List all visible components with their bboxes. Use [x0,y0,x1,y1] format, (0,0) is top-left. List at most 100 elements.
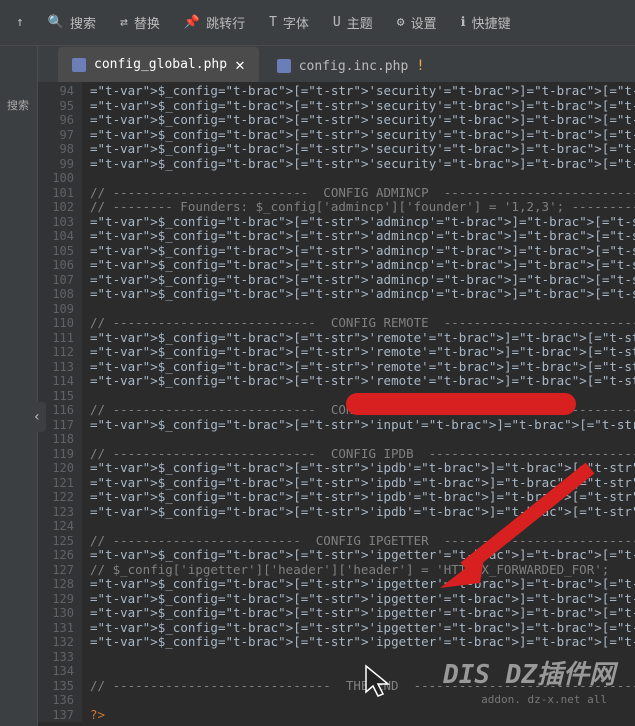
code-line[interactable]: ="t-var">$_config="t-brac">[="t-str">'re… [90,360,635,375]
line-number: 131 [38,621,74,636]
info-icon: ℹ [461,15,466,30]
toolbar-item-settings[interactable]: ⚙ 设置 [385,13,449,32]
code-line[interactable]: // -------------------------- CONFIG ADM… [90,186,635,201]
pin-icon: 📌 [184,15,200,30]
tab-config-inc[interactable]: config.inc.php ! [263,50,439,82]
code-line[interactable]: ="t-var">$_config="t-brac">[="t-str">'re… [90,345,635,360]
gear-icon: ⚙ [397,15,405,30]
code-line[interactable] [90,432,635,447]
code-line[interactable]: ="t-var">$_config="t-brac">[="t-str">'ip… [90,606,635,621]
code-line[interactable]: ="t-var">$_config="t-brac">[="t-str">'se… [90,142,635,157]
line-number: 108 [38,287,74,302]
toolbar-item-font[interactable]: T 字体 [257,13,321,32]
line-number: 126 [38,548,74,563]
replace-icon: ⇄ [120,15,128,30]
line-number: 107 [38,273,74,288]
code-line[interactable]: ?> [90,708,635,723]
code-line[interactable]: ="t-var">$_config="t-brac">[="t-str">'se… [90,99,635,114]
code-line[interactable]: ="t-var">$_config="t-brac">[="t-str">'re… [90,331,635,346]
tab-bar: config_global.php ✕ config.inc.php ! [38,46,635,82]
code-line[interactable]: ="t-var">$_config="t-brac">[="t-str">'se… [90,113,635,128]
code-line[interactable]: ="t-var">$_config="t-brac">[="t-str">'se… [90,84,635,99]
toolbar-label: 替换 [134,13,160,32]
line-number: 97 [38,128,74,143]
warning-icon: ! [416,58,424,74]
code-line[interactable]: ="t-var">$_config="t-brac">[="t-str">'re… [90,374,635,389]
line-number: 110 [38,316,74,331]
line-number: 95 [38,99,74,114]
line-number: 113 [38,360,74,375]
watermark-subtitle: addon. dz-x.net all [481,693,607,706]
code-line[interactable]: ="t-var">$_config="t-brac">[="t-str">'ad… [90,258,635,273]
toolbar-item-shortcuts[interactable]: ℹ 快捷键 [449,13,523,32]
line-number: 94 [38,84,74,99]
line-number: 105 [38,244,74,259]
toolbar-label: 跳转行 [206,13,245,32]
line-number: 129 [38,592,74,607]
toolbar-label: 主题 [347,13,373,32]
tab-label: config.inc.php [299,59,409,74]
line-number: 123 [38,505,74,520]
toolbar: ↑ 🔍 搜索 ⇄ 替换 📌 跳转行 T 字体 U 主题 ⚙ 设置 ℹ 快捷键 [0,0,635,46]
code-line[interactable]: ="t-var">$_config="t-brac">[="t-str">'ad… [90,287,635,302]
sidebar-search-button[interactable]: 搜索 [0,86,36,124]
search-icon: 🔍 [48,15,64,30]
code-line[interactable]: ="t-var">$_config="t-brac">[="t-str">'ip… [90,621,635,636]
code-line[interactable]: // --------------------------- CONFIG IP… [90,447,635,462]
annotation-arrow [430,463,600,593]
code-line[interactable] [90,302,635,317]
font-icon: T [269,15,277,30]
close-icon[interactable]: ✕ [235,55,245,74]
line-number: 120 [38,461,74,476]
line-number: 119 [38,447,74,462]
watermark: DIS DZ插件网 [443,654,615,691]
up-icon: ↑ [16,15,24,30]
toolbar-label: 设置 [411,13,437,32]
line-number: 125 [38,534,74,549]
code-line[interactable]: ="t-var">$_config="t-brac">[="t-str">'in… [90,418,635,433]
line-number: 104 [38,229,74,244]
toolbar-item-first[interactable]: ↑ [4,15,36,30]
code-line[interactable]: ="t-var">$_config="t-brac">[="t-str">'ip… [90,592,635,607]
code-line[interactable]: ="t-var">$_config="t-brac">[="t-str">'se… [90,128,635,143]
line-number: 115 [38,389,74,404]
theme-icon: U [333,15,341,30]
line-number: 130 [38,606,74,621]
line-number: 124 [38,519,74,534]
line-number: 103 [38,215,74,230]
toolbar-item-replace[interactable]: ⇄ 替换 [108,13,172,32]
code-line[interactable]: ="t-var">$_config="t-brac">[="t-str">'ip… [90,635,635,650]
php-icon [72,58,86,72]
line-number: 121 [38,476,74,491]
line-number: 111 [38,331,74,346]
line-number: 136 [38,693,74,708]
toolbar-label: 字体 [283,13,309,32]
toolbar-item-search[interactable]: 🔍 搜索 [36,13,108,32]
line-number: 134 [38,664,74,679]
annotation-redaction [346,393,576,415]
toolbar-item-gotoline[interactable]: 📌 跳转行 [172,13,257,32]
code-line[interactable] [90,171,635,186]
line-number: 118 [38,432,74,447]
toolbar-label: 搜索 [70,13,96,32]
cursor-icon [362,662,394,698]
code-line[interactable]: ="t-var">$_config="t-brac">[="t-str">'ad… [90,215,635,230]
line-number: 122 [38,490,74,505]
line-number: 112 [38,345,74,360]
tab-config-global[interactable]: config_global.php ✕ [58,47,259,82]
code-line[interactable]: ="t-var">$_config="t-brac">[="t-str">'ad… [90,229,635,244]
sidebar-toggle[interactable]: ‹ [28,402,46,432]
toolbar-item-theme[interactable]: U 主题 [321,13,385,32]
code-line[interactable]: // -------- Founders: $_config['admincp'… [90,200,635,215]
code-line[interactable]: // --------------------------- CONFIG RE… [90,316,635,331]
code-line[interactable]: ="t-var">$_config="t-brac">[="t-str">'se… [90,157,635,172]
line-number: 133 [38,650,74,665]
line-number: 102 [38,200,74,215]
code-line[interactable]: ="t-var">$_config="t-brac">[="t-str">'ad… [90,244,635,259]
line-number: 137 [38,708,74,723]
line-number: 127 [38,563,74,578]
code-line[interactable]: ="t-var">$_config="t-brac">[="t-str">'ad… [90,273,635,288]
line-number: 114 [38,374,74,389]
line-number: 132 [38,635,74,650]
line-number: 109 [38,302,74,317]
